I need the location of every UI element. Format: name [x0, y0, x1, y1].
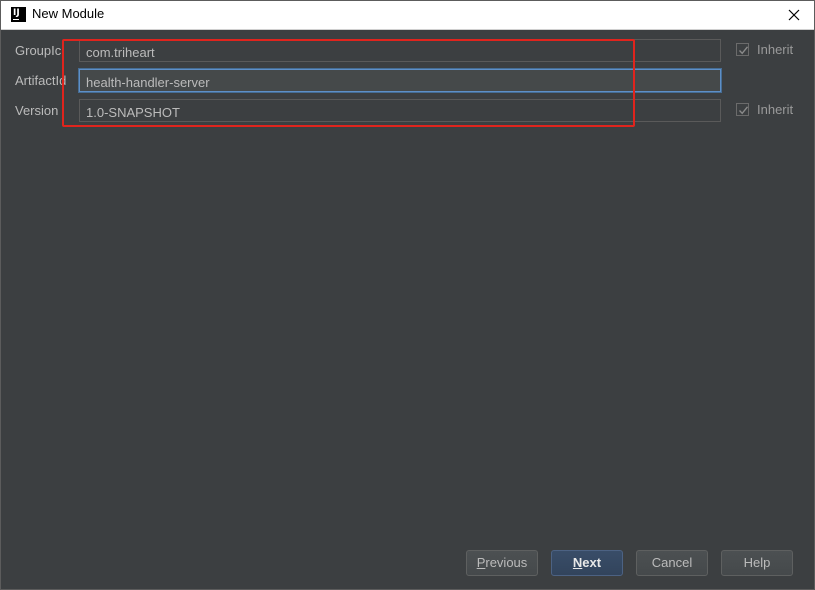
- previous-label: revious: [485, 555, 528, 570]
- artifact-id-field[interactable]: [79, 69, 721, 92]
- artifact-id-label: ArtifactId: [15, 73, 67, 88]
- close-icon[interactable]: [780, 1, 808, 29]
- previous-button[interactable]: Previous: [466, 550, 538, 576]
- version-field[interactable]: [79, 99, 721, 122]
- checkmark-icon: [738, 46, 749, 55]
- help-button[interactable]: Help: [721, 550, 793, 576]
- checkmark-icon: [738, 106, 749, 115]
- intellij-idea-icon: IJ: [11, 7, 26, 22]
- next-mnemonic: N: [572, 555, 583, 570]
- window-title: New Module: [32, 6, 105, 21]
- inherit-label: Inherit: [757, 102, 794, 117]
- next-button[interactable]: Next: [551, 550, 623, 576]
- group-id-field[interactable]: [79, 39, 721, 62]
- checkbox[interactable]: [736, 43, 749, 56]
- group-id-label: GroupIc: [15, 43, 62, 58]
- checkbox[interactable]: [736, 103, 749, 116]
- version-label: Version: [15, 103, 59, 118]
- inherit-label: Inherit: [757, 42, 794, 57]
- cancel-button[interactable]: Cancel: [636, 550, 708, 576]
- title-bar: IJ New Module: [1, 1, 814, 30]
- next-label: ext: [582, 555, 602, 570]
- new-module-dialog: IJ New Module GroupIc Inherit ArtifactId…: [0, 0, 815, 590]
